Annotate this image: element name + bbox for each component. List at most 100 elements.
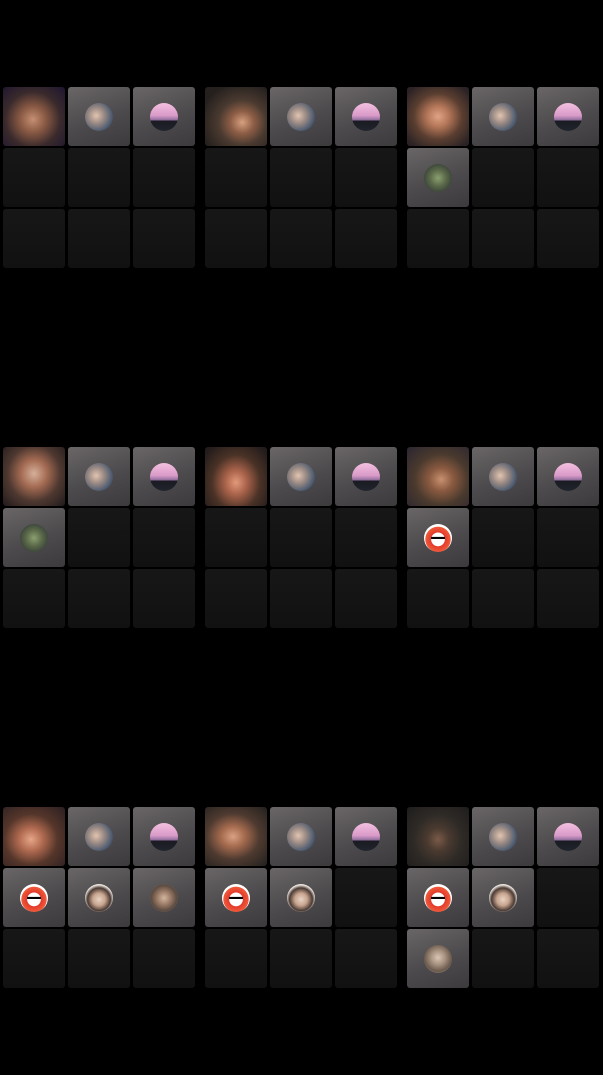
selfie-avatar-icon: [287, 102, 315, 131]
empty-slot: [205, 148, 267, 207]
participant-avatar-tile[interactable]: [68, 447, 130, 506]
participant-avatar-tile[interactable]: [335, 87, 397, 146]
empty-slot: [205, 508, 267, 567]
participant-avatar-tile[interactable]: [472, 87, 534, 146]
participant-video-tile[interactable]: [205, 87, 267, 146]
empty-slot: [3, 929, 65, 988]
empty-slot: [270, 148, 332, 207]
empty-slot: [3, 569, 65, 628]
empty-slot: [3, 148, 65, 207]
redhair-avatar-icon: ▬▬: [20, 883, 48, 912]
girl-avatar-icon: [150, 883, 178, 912]
grid-2: [205, 87, 399, 269]
empty-slot: [68, 569, 130, 628]
participant-avatar-tile[interactable]: [472, 868, 534, 927]
empty-slot: [270, 508, 332, 567]
plant-avatar-icon: [20, 523, 48, 552]
participant-avatar-tile[interactable]: [472, 807, 534, 866]
participant-avatar-tile[interactable]: [270, 868, 332, 927]
participant-video-tile[interactable]: [407, 87, 469, 146]
participant-avatar-tile[interactable]: [133, 87, 195, 146]
empty-slot: [335, 209, 397, 268]
participant-video-tile[interactable]: [407, 807, 469, 866]
sunset-avatar-icon: [352, 462, 380, 491]
empty-slot: [335, 868, 397, 927]
empty-slot: [68, 508, 130, 567]
empty-slot: [205, 209, 267, 268]
boy-avatar-icon: [287, 883, 315, 912]
grid-5: [205, 447, 399, 629]
participant-avatar-tile[interactable]: [537, 807, 599, 866]
grid-8: ▬▬: [205, 807, 399, 989]
grid-4: [3, 447, 197, 629]
empty-slot: [537, 569, 599, 628]
participant-video-tile[interactable]: [3, 447, 65, 506]
sunglasses-icon: ▬▬: [229, 894, 243, 901]
participant-avatar-tile[interactable]: [270, 807, 332, 866]
sunset-avatar-icon: [352, 102, 380, 131]
selfie-avatar-icon: [85, 822, 113, 851]
grid-3: [407, 87, 601, 269]
sunset-avatar-icon: [150, 462, 178, 491]
participant-avatar-tile[interactable]: [68, 868, 130, 927]
empty-slot: [68, 209, 130, 268]
participant-avatar-tile[interactable]: [133, 447, 195, 506]
participant-video-tile[interactable]: [205, 447, 267, 506]
sunglasses-icon: ▬▬: [27, 894, 41, 901]
participant-avatar-tile[interactable]: ▬▬: [407, 508, 469, 567]
sunglasses-icon: ▬▬: [431, 534, 445, 541]
empty-slot: [133, 569, 195, 628]
boy-avatar-icon: [489, 883, 517, 912]
redhair-avatar-icon: ▬▬: [424, 883, 452, 912]
empty-slot: [472, 929, 534, 988]
empty-slot: [270, 569, 332, 628]
redhair-avatar-icon: ▬▬: [424, 523, 452, 552]
participant-avatar-tile[interactable]: [335, 807, 397, 866]
grid-6: ▬▬: [407, 447, 601, 629]
sunset-avatar-icon: [150, 822, 178, 851]
participant-avatar-tile[interactable]: [133, 868, 195, 927]
participant-video-tile[interactable]: [3, 87, 65, 146]
sunset-avatar-icon: [554, 462, 582, 491]
empty-slot: [68, 148, 130, 207]
participant-video-tile[interactable]: [205, 807, 267, 866]
participant-avatar-tile[interactable]: [335, 447, 397, 506]
participant-avatar-tile[interactable]: [270, 87, 332, 146]
empty-slot: [335, 569, 397, 628]
participant-avatar-tile[interactable]: ▬▬: [205, 868, 267, 927]
empty-slot: [472, 209, 534, 268]
empty-slot: [537, 508, 599, 567]
selfie-avatar-icon: [287, 822, 315, 851]
selfie-avatar-icon: [489, 102, 517, 131]
participant-avatar-tile[interactable]: [68, 87, 130, 146]
empty-slot: [335, 148, 397, 207]
participant-avatar-tile[interactable]: ▬▬: [3, 868, 65, 927]
participant-avatar-tile[interactable]: [3, 508, 65, 567]
plant-avatar-icon: [424, 163, 452, 192]
participant-avatar-tile[interactable]: [472, 447, 534, 506]
participant-avatar-tile[interactable]: [133, 807, 195, 866]
participant-video-tile[interactable]: [407, 447, 469, 506]
empty-slot: [205, 569, 267, 628]
participant-avatar-tile[interactable]: [270, 447, 332, 506]
empty-slot: [472, 508, 534, 567]
participant-video-tile[interactable]: [3, 807, 65, 866]
grid-7: ▬▬: [3, 807, 197, 989]
participant-avatar-tile[interactable]: ▬▬: [407, 868, 469, 927]
selfie-avatar-icon: [489, 822, 517, 851]
participant-avatar-tile[interactable]: [537, 447, 599, 506]
empty-slot: [537, 929, 599, 988]
empty-slot: [472, 569, 534, 628]
empty-slot: [3, 209, 65, 268]
participant-avatar-tile[interactable]: [68, 807, 130, 866]
empty-slot: [133, 508, 195, 567]
participant-avatar-tile[interactable]: [537, 87, 599, 146]
empty-slot: [407, 209, 469, 268]
empty-slot: [335, 508, 397, 567]
girl2-avatar-icon: [424, 944, 452, 973]
participant-avatar-tile[interactable]: [407, 929, 469, 988]
participant-avatar-tile[interactable]: [407, 148, 469, 207]
selfie-avatar-icon: [85, 462, 113, 491]
empty-slot: [205, 929, 267, 988]
video-call-screen: ▬▬ ▬▬ ▬▬ ▬▬: [0, 0, 603, 1075]
